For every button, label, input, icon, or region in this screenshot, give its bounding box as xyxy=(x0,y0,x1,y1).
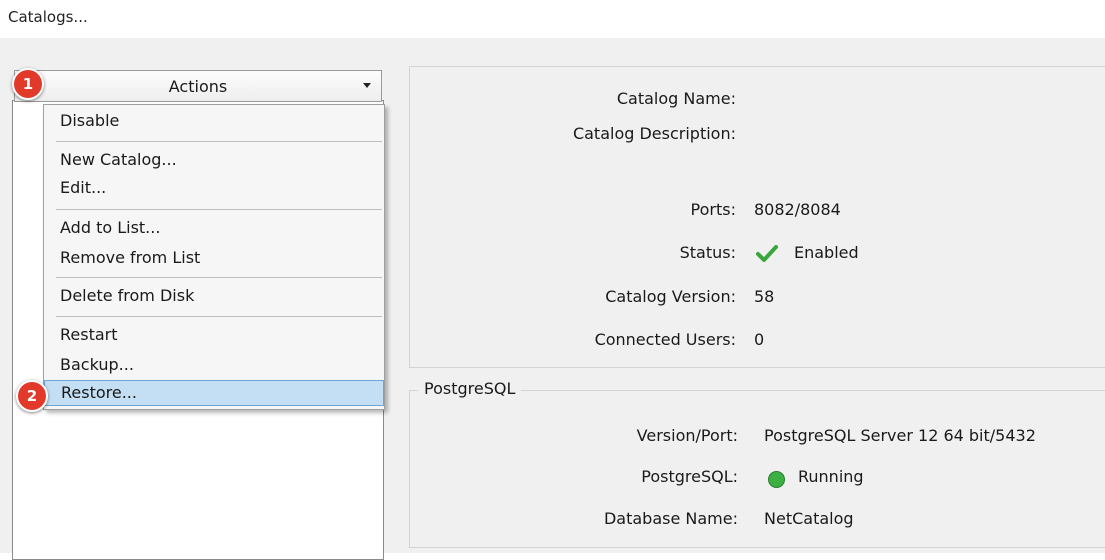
connected-users-label: Connected Users: xyxy=(594,330,736,349)
menu-separator xyxy=(56,277,382,278)
menu-item-remove-from-list[interactable]: Remove from List xyxy=(44,245,384,271)
connected-users-value: 0 xyxy=(754,330,765,349)
actions-menu: Disable New Catalog... Edit... Add to Li… xyxy=(43,104,385,410)
menu-separator xyxy=(56,141,382,142)
menu-item-edit[interactable]: Edit... xyxy=(44,175,384,201)
chevron-down-icon[interactable] xyxy=(363,83,371,88)
catalog-version-value: 58 xyxy=(754,287,775,306)
green-dot-icon xyxy=(768,471,785,488)
menu-item-disable[interactable]: Disable xyxy=(44,108,384,134)
catalog-version-label: Catalog Version: xyxy=(605,287,736,306)
actions-dropdown[interactable]: Actions xyxy=(14,70,382,102)
postgresql-status-label: PostgreSQL: xyxy=(641,467,738,486)
step-2-badge: 2 xyxy=(16,380,48,412)
catalog-name-label: Catalog Name: xyxy=(616,89,736,108)
menu-item-restore[interactable]: Restore... xyxy=(44,380,384,406)
database-name-label: Database Name: xyxy=(603,509,738,528)
window-title: Catalogs... xyxy=(8,8,88,26)
status-label: Status: xyxy=(679,243,736,262)
version-port-label: Version/Port: xyxy=(636,426,738,445)
status-value: Enabled xyxy=(794,243,859,262)
step-1-badge: 1 xyxy=(12,68,44,100)
postgresql-group-title: PostgreSQL xyxy=(418,379,522,398)
database-name-value: NetCatalog xyxy=(764,509,854,528)
checkmark-icon xyxy=(756,245,778,262)
ports-label: Ports: xyxy=(690,200,736,219)
menu-item-new-catalog[interactable]: New Catalog... xyxy=(44,147,384,173)
menu-item-backup[interactable]: Backup... xyxy=(44,352,384,378)
ports-value: 8082/8084 xyxy=(754,200,841,219)
menu-separator xyxy=(56,209,382,210)
postgresql-status-value: Running xyxy=(798,467,864,486)
version-port-value: PostgreSQL Server 12 64 bit/5432 xyxy=(764,426,1036,445)
menu-separator xyxy=(56,316,382,317)
menu-item-add-to-list[interactable]: Add to List... xyxy=(44,215,384,241)
actions-label: Actions xyxy=(168,76,228,96)
menu-item-restart[interactable]: Restart xyxy=(44,322,384,348)
catalog-description-label: Catalog Description: xyxy=(572,124,736,143)
menu-item-delete-from-disk[interactable]: Delete from Disk xyxy=(44,283,384,309)
